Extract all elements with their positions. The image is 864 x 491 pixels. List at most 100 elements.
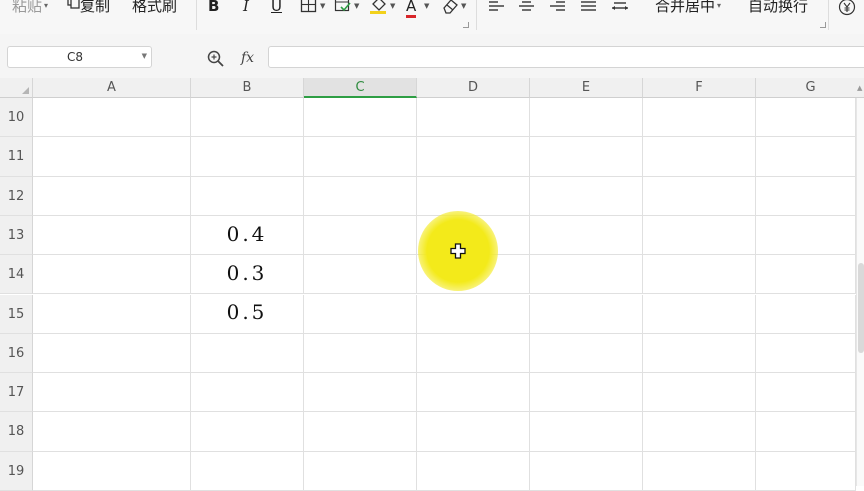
cell-c[interactable] xyxy=(304,373,417,413)
cell-d[interactable] xyxy=(417,98,530,138)
column-header-g[interactable]: G xyxy=(756,78,864,98)
cell-a[interactable] xyxy=(33,451,191,491)
underline-button[interactable]: U xyxy=(271,0,282,18)
merge-center-button[interactable]: 合并居中 ▾ xyxy=(655,0,721,18)
cell-f[interactable] xyxy=(643,176,756,216)
cell-g[interactable] xyxy=(756,137,856,177)
cell-e[interactable] xyxy=(530,333,643,374)
align-left-button[interactable] xyxy=(488,0,510,18)
cell-g[interactable] xyxy=(756,294,856,334)
cell-d[interactable] xyxy=(417,373,530,413)
column-header-a[interactable]: A xyxy=(33,78,191,98)
row-header[interactable]: 14 xyxy=(0,255,33,295)
cell-a[interactable] xyxy=(33,333,191,374)
cell-c[interactable] xyxy=(304,255,417,295)
borders-dropdown-icon[interactable]: ▼ xyxy=(320,2,325,10)
cell-b[interactable] xyxy=(191,137,304,177)
row-header[interactable]: 10 xyxy=(0,98,33,138)
cell-f[interactable] xyxy=(643,137,756,177)
currency-format-button[interactable] xyxy=(838,0,860,20)
cell-f[interactable] xyxy=(643,98,756,138)
align-center-button[interactable] xyxy=(518,0,540,18)
cell-f[interactable] xyxy=(643,412,756,452)
cell-e[interactable] xyxy=(530,451,643,491)
fill-color-dropdown-icon[interactable]: ▼ xyxy=(390,2,395,10)
row-header[interactable]: 17 xyxy=(0,373,33,413)
column-header-d[interactable]: D xyxy=(417,78,530,98)
cell-f[interactable] xyxy=(643,451,756,491)
cell-f[interactable] xyxy=(643,333,756,374)
cell-c[interactable] xyxy=(304,412,417,452)
cell-c[interactable] xyxy=(304,294,417,334)
cell-d[interactable] xyxy=(417,333,530,374)
cell-f[interactable] xyxy=(643,294,756,334)
cell-d[interactable] xyxy=(417,137,530,177)
cell-b[interactable] xyxy=(191,98,304,138)
select-all-corner[interactable] xyxy=(0,78,33,98)
cell-b[interactable]: 0.3 xyxy=(191,255,304,295)
cell-g[interactable] xyxy=(756,451,856,491)
format-painter-button[interactable]: 格式刷 xyxy=(132,0,177,18)
cell-b[interactable]: 0.4 xyxy=(191,215,304,256)
cell-f[interactable] xyxy=(643,215,756,256)
cell-b[interactable] xyxy=(191,412,304,452)
conditional-format-button[interactable] xyxy=(334,0,356,18)
formula-input[interactable] xyxy=(268,46,864,68)
cell-d[interactable] xyxy=(417,412,530,452)
cell-a[interactable] xyxy=(33,294,191,334)
cell-g[interactable] xyxy=(756,176,856,216)
cell-a[interactable] xyxy=(33,176,191,216)
name-box-dropdown-icon[interactable]: ▼ xyxy=(142,52,147,60)
cell-c[interactable] xyxy=(304,176,417,216)
column-header-e[interactable]: E xyxy=(530,78,643,98)
cell-e[interactable] xyxy=(530,98,643,138)
cell-g[interactable] xyxy=(756,98,856,138)
cell-a[interactable] xyxy=(33,137,191,177)
fill-color-button[interactable] xyxy=(368,0,390,18)
cell-f[interactable] xyxy=(643,255,756,295)
cell-b[interactable] xyxy=(191,373,304,413)
row-header[interactable]: 19 xyxy=(0,451,33,491)
cell-g[interactable] xyxy=(756,215,856,256)
align-right-button[interactable] xyxy=(549,0,571,18)
cell-b[interactable] xyxy=(191,451,304,491)
row-header[interactable]: 13 xyxy=(0,215,33,256)
cell-e[interactable] xyxy=(530,176,643,216)
cell-a[interactable] xyxy=(33,255,191,295)
font-color-button[interactable]: A xyxy=(406,0,417,18)
cell-c[interactable] xyxy=(304,333,417,374)
row-header[interactable]: 16 xyxy=(0,333,33,374)
cell-a[interactable] xyxy=(33,215,191,256)
bold-button[interactable]: B xyxy=(208,0,219,18)
column-header-c[interactable]: C xyxy=(304,78,417,98)
italic-button[interactable]: I xyxy=(243,0,249,18)
cell-d[interactable] xyxy=(417,294,530,334)
clear-format-dropdown-icon[interactable]: ▼ xyxy=(461,2,466,10)
cell-c[interactable] xyxy=(304,215,417,256)
conditional-format-dropdown-icon[interactable]: ▼ xyxy=(354,2,359,10)
cell-d[interactable] xyxy=(417,451,530,491)
column-header-f[interactable]: F xyxy=(643,78,756,98)
cell-b[interactable]: 0.5 xyxy=(191,294,304,334)
column-header-b[interactable]: B xyxy=(191,78,304,98)
alignment-group-launcher[interactable] xyxy=(820,22,826,28)
row-header[interactable]: 15 xyxy=(0,294,33,334)
vertical-scroll-thumb[interactable] xyxy=(858,263,864,353)
cell-g[interactable] xyxy=(756,333,856,374)
wrap-text-button[interactable]: 自动换行 xyxy=(748,0,808,18)
cell-f[interactable] xyxy=(643,373,756,413)
merge-center-dropdown-icon[interactable]: ▾ xyxy=(717,1,721,10)
justify-button[interactable] xyxy=(580,0,602,18)
distributed-align-button[interactable] xyxy=(611,0,633,18)
paste-dropdown-icon[interactable]: ▾ xyxy=(44,1,48,10)
cell-g[interactable] xyxy=(756,255,856,295)
cell-d[interactable] xyxy=(417,176,530,216)
row-header[interactable]: 12 xyxy=(0,176,33,216)
cell-e[interactable] xyxy=(530,373,643,413)
row-header[interactable]: 18 xyxy=(0,412,33,452)
cell-a[interactable] xyxy=(33,412,191,452)
cell-e[interactable] xyxy=(530,137,643,177)
cell-e[interactable] xyxy=(530,294,643,334)
borders-button[interactable] xyxy=(300,0,322,18)
cell-e[interactable] xyxy=(530,255,643,295)
